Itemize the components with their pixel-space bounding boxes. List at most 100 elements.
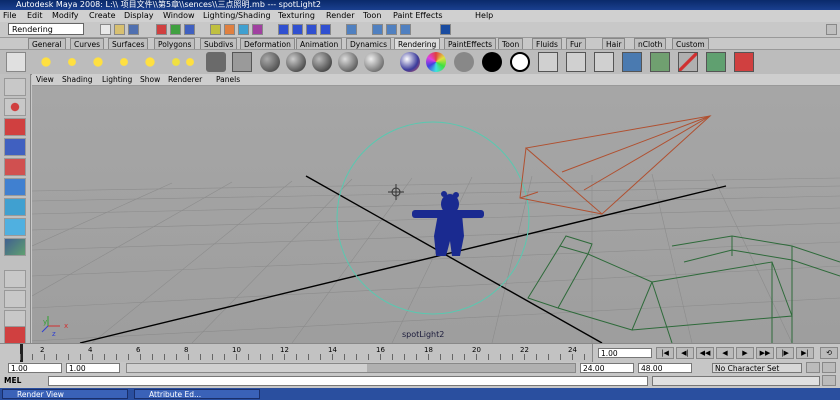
select-hierarchy-icon[interactable] — [156, 24, 167, 35]
step-back-frame-icon[interactable]: ◀| — [676, 347, 694, 359]
panel-menu-panels[interactable]: Panels — [216, 74, 240, 85]
use-background-icon[interactable] — [482, 52, 502, 72]
go-to-start-icon[interactable]: |◀ — [656, 347, 674, 359]
step-forward-frame-icon[interactable]: |▶ — [776, 347, 794, 359]
mask-joint-icon[interactable] — [224, 24, 235, 35]
menu-create[interactable]: Create — [89, 10, 116, 22]
shelf-tab-subdivs[interactable]: Subdivs — [200, 38, 238, 49]
soft-mod-icon[interactable] — [4, 218, 26, 236]
single-perspective-layout-icon[interactable] — [4, 270, 26, 288]
history-icon[interactable] — [346, 24, 357, 35]
shelf-tab-curves[interactable]: Curves — [70, 38, 105, 49]
time-slider-track[interactable]: 2 4 6 8 10 12 14 16 18 20 22 24 — [20, 344, 593, 362]
ipr-icon[interactable] — [622, 52, 642, 72]
shelf-tab-animation[interactable]: Animation — [296, 38, 343, 49]
menu-texturing[interactable]: Texturing — [278, 10, 315, 22]
ambient-light-icon[interactable] — [36, 52, 56, 72]
menu-set-selector[interactable]: Rendering — [8, 23, 84, 35]
end-time-field[interactable]: 48.00 — [638, 363, 692, 373]
animation-preferences-icon[interactable] — [822, 362, 836, 373]
paint-render-icon[interactable] — [734, 52, 754, 72]
panel-menu-shading[interactable]: Shading — [62, 74, 92, 85]
playback-end-field[interactable]: 24.00 — [580, 363, 634, 373]
batch-render-icon[interactable] — [650, 52, 670, 72]
taskbar-item-render-view[interactable]: Render View — [2, 389, 128, 399]
panel-menu-show[interactable]: Show — [140, 74, 160, 85]
menu-toon[interactable]: Toon — [363, 10, 381, 22]
mask-handle-icon[interactable] — [210, 24, 221, 35]
shelf-tab-ncloth[interactable]: nCloth — [634, 38, 667, 49]
toggle-channel-box-icon[interactable] — [826, 24, 837, 35]
light-icon[interactable] — [180, 52, 200, 72]
range-slider-handle[interactable] — [127, 364, 367, 372]
start-time-field[interactable]: 1.00 — [8, 363, 62, 373]
shelf-tab-dynamics[interactable]: Dynamics — [346, 38, 391, 49]
menu-file[interactable]: File — [3, 10, 16, 22]
menu-modify[interactable]: Modify — [52, 10, 79, 22]
anisotropic-shader-icon[interactable] — [364, 52, 384, 72]
ramp-shader-icon[interactable] — [426, 52, 446, 72]
panel-menu-renderer[interactable]: Renderer — [168, 74, 202, 85]
shading-map-icon[interactable] — [510, 52, 530, 72]
play-forwards-icon[interactable]: ▶ — [736, 347, 754, 359]
perspective-viewport[interactable]: x y z spotLight2 — [32, 86, 840, 343]
render-current-icon[interactable] — [372, 24, 383, 35]
ipr-render-icon[interactable] — [386, 24, 397, 35]
shelf-tab-deformation[interactable]: Deformation — [240, 38, 295, 49]
mask-curve-icon[interactable] — [238, 24, 249, 35]
play-backwards-icon[interactable]: ◀ — [716, 347, 734, 359]
menu-window[interactable]: Window — [163, 10, 195, 22]
menu-display[interactable]: Display — [124, 10, 154, 22]
render-view-icon[interactable] — [566, 52, 586, 72]
playback-start-field[interactable]: 1.00 — [66, 363, 120, 373]
current-frame-field[interactable]: 1.00 — [598, 348, 652, 358]
command-line-input[interactable] — [48, 376, 648, 386]
step-back-key-icon[interactable]: ◀◀ — [696, 347, 714, 359]
script-editor-icon[interactable] — [822, 375, 836, 386]
render-layer-icon[interactable] — [706, 52, 726, 72]
menu-help[interactable]: Help — [475, 10, 493, 22]
spot-light-icon[interactable] — [114, 52, 134, 72]
viewport-scene[interactable] — [32, 86, 840, 343]
open-scene-icon[interactable] — [114, 24, 125, 35]
shelf-tab-rendering[interactable]: Rendering — [394, 38, 441, 49]
menu-render[interactable]: Render — [326, 10, 354, 22]
point-light-icon[interactable] — [88, 52, 108, 72]
paint-select-tool-icon[interactable] — [4, 118, 26, 136]
universal-manip-icon[interactable] — [4, 198, 26, 216]
camera-icon[interactable] — [206, 52, 226, 72]
lasso-tool-icon[interactable] — [4, 98, 26, 116]
render-globals-icon[interactable] — [400, 24, 411, 35]
select-component-icon[interactable] — [184, 24, 195, 35]
mask-surface-icon[interactable] — [252, 24, 263, 35]
shelf-tab-surfaces[interactable]: Surfaces — [108, 38, 149, 49]
select-object-icon[interactable] — [170, 24, 181, 35]
range-slider[interactable] — [126, 363, 576, 373]
auto-key-icon[interactable] — [806, 362, 820, 373]
step-forward-key-icon[interactable]: ▶▶ — [756, 347, 774, 359]
move-tool-icon[interactable] — [4, 138, 26, 156]
four-view-layout-icon[interactable] — [4, 290, 26, 308]
shelf-tab-painteffects[interactable]: PaintEffects — [444, 38, 497, 49]
phong-shader-icon[interactable] — [312, 52, 332, 72]
shelf-tab-polygons[interactable]: Polygons — [154, 38, 196, 49]
panel-menu-lighting[interactable]: Lighting — [102, 74, 132, 85]
cancel-render-icon[interactable] — [678, 52, 698, 72]
menu-paint-effects[interactable]: Paint Effects — [393, 10, 443, 22]
snap-grid-icon[interactable] — [278, 24, 289, 35]
snap-plane-icon[interactable] — [320, 24, 331, 35]
shelf-tab-custom[interactable]: Custom — [672, 38, 709, 49]
rotate-tool-icon[interactable] — [4, 158, 26, 176]
show-manip-icon[interactable] — [4, 238, 26, 256]
render-settings-icon[interactable] — [594, 52, 614, 72]
save-scene-icon[interactable] — [128, 24, 139, 35]
select-tool-icon[interactable] — [4, 78, 26, 96]
shelf-tab-fur[interactable]: Fur — [566, 38, 586, 49]
shelf-tab-hair[interactable]: Hair — [602, 38, 626, 49]
go-to-end-icon[interactable]: ▶| — [796, 347, 814, 359]
shelf-tab-toon[interactable]: Toon — [498, 38, 524, 49]
shelf-tab-general[interactable]: General — [28, 38, 66, 49]
hypershade-icon[interactable] — [538, 52, 558, 72]
panel-menu-view[interactable]: View — [36, 74, 54, 85]
new-scene-icon[interactable] — [100, 24, 111, 35]
